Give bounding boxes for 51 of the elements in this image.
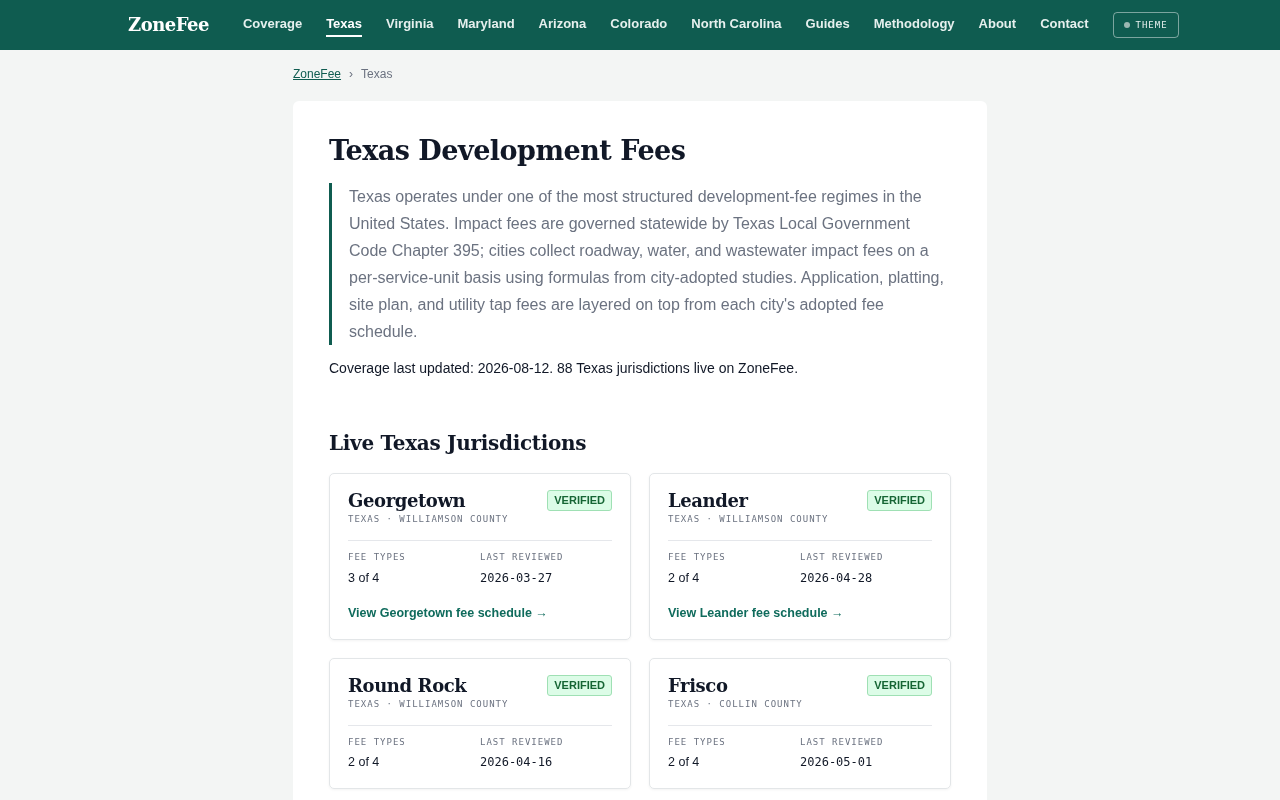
brand-logo[interactable]: ZoneFee (128, 12, 209, 38)
location-text: TEXAS · WILLIAMSON COUNTY (348, 513, 612, 541)
last-reviewed-label: LAST REVIEWED (480, 735, 565, 749)
verified-badge: VERIFIED (547, 489, 612, 512)
last-reviewed-date: 2026-03-27 (480, 569, 554, 587)
jurisdiction-name: Georgetown (348, 489, 466, 512)
nav-link[interactable]: Coverage (242, 12, 303, 38)
breadcrumb-link[interactable]: ZoneFee (293, 66, 342, 83)
nav-link[interactable]: Virginia (386, 12, 434, 38)
nav-link[interactable]: Colorado (610, 12, 668, 38)
jurisdiction-name: Round Rock (348, 674, 467, 697)
nav-link[interactable]: North Carolina (691, 12, 782, 38)
nav-link[interactable]: Guides (805, 12, 850, 38)
breadcrumb-current: Texas (361, 66, 393, 83)
theme-button[interactable]: THEME (1112, 11, 1179, 39)
location-text: TEXAS · WILLIAMSON COUNTY (668, 513, 932, 541)
section-title: Live Texas Jurisdictions (329, 430, 588, 455)
fee-types-value: 2 of 4 (668, 754, 701, 772)
last-reviewed-date: 2026-04-16 (480, 754, 554, 772)
fee-types-label: FEE TYPES (668, 735, 727, 749)
last-reviewed-label: LAST REVIEWED (480, 550, 565, 564)
fee-types-value: 3 of 4 (348, 569, 381, 587)
verified-badge: VERIFIED (867, 489, 932, 512)
nav-link[interactable]: Maryland (457, 12, 515, 38)
last-reviewed-label: LAST REVIEWED (800, 550, 885, 564)
last-reviewed-label: LAST REVIEWED (800, 735, 885, 749)
location-text: TEXAS · WILLIAMSON COUNTY (348, 698, 612, 726)
fee-types-label: FEE TYPES (348, 735, 407, 749)
last-reviewed-date: 2026-04-28 (800, 569, 874, 587)
fee-types-value: 2 of 4 (348, 754, 381, 772)
nav-link[interactable]: Methodology (873, 12, 955, 38)
page-title: Texas Development Fees (329, 134, 687, 168)
fee-types-label: FEE TYPES (348, 550, 407, 564)
fee-schedule-link[interactable]: View Georgetown fee schedule → (348, 605, 548, 623)
nav-link[interactable]: Contact (1040, 12, 1089, 38)
fee-types-label: FEE TYPES (668, 550, 727, 564)
dot-icon (1123, 22, 1130, 28)
nav-link[interactable]: Texas (326, 12, 363, 38)
jurisdiction-name: Frisco (668, 674, 728, 697)
fee-types-value: 2 of 4 (668, 569, 701, 587)
intro-quote: Texas operates under one of the most structured development-fee regimes in the United States. Impact fees are governed statewide by Texas Local Government Code Chapter 395; cities collect roadway, water, and wastewater impact fees on a per-service-unit basis using formulas from city-adopted studies. Application, platting, site plan, and utility tap fees are layered on top from each city's adopted fee schedule. (329, 183, 951, 346)
coverage-note: Coverage last updated: 2026-08-12. 88 Texas jurisdictions live on ZoneFee. (329, 359, 800, 379)
verified-badge: VERIFIED (547, 674, 612, 697)
nav-link[interactable]: About (978, 12, 1017, 38)
nav-link[interactable]: Arizona (538, 12, 587, 38)
location-text: TEXAS · COLLIN COUNTY (668, 698, 932, 726)
verified-badge: VERIFIED (867, 674, 932, 697)
breadcrumb-separator: › (349, 66, 354, 83)
jurisdiction-name: Leander (668, 489, 748, 512)
fee-schedule-link[interactable]: View Leander fee schedule → (668, 605, 844, 623)
last-reviewed-date: 2026-05-01 (800, 754, 874, 772)
